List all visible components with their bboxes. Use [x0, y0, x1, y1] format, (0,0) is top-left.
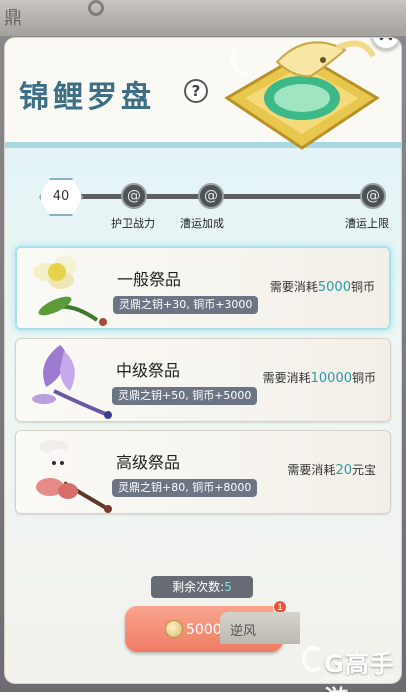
- offering-rewards: 灵鼎之钥+50, 铜币+5000: [112, 387, 258, 405]
- offering-name: 高级祭品: [116, 453, 181, 472]
- offering-name: 中级祭品: [116, 361, 181, 380]
- cost-unit: 元宝: [351, 463, 376, 477]
- cost-prefix: 需要消耗: [262, 371, 311, 385]
- watermark-logo-icon: [302, 646, 324, 672]
- offering-card-basic[interactable]: 一般祭品 灵鼎之钥+30, 铜币+3000 需要消耗5000铜币: [15, 246, 391, 330]
- remaining-count: 剩余次数:5: [151, 576, 253, 598]
- offering-card-advanced[interactable]: 高级祭品 灵鼎之钥+80, 铜币+8000 需要消耗20元宝: [15, 430, 391, 514]
- level-badge: 40: [39, 178, 83, 216]
- offering-card-medium[interactable]: 中级祭品 灵鼎之钥+50, 铜币+5000 需要消耗10000铜币: [15, 338, 391, 422]
- swirl-icon[interactable]: @: [198, 183, 224, 209]
- hud-ring-icon: [88, 0, 104, 16]
- cost-amount: 10000: [310, 371, 352, 386]
- node-label-transport-bonus: 漕运加成: [180, 217, 224, 230]
- watermark-title: G高手游: [324, 650, 395, 692]
- offering-cost: 需要消耗10000铜币: [263, 369, 376, 386]
- background-hud: 鼎: [0, 0, 406, 36]
- site-watermark: G高手游 GAOSHOUYOU.COM: [302, 640, 406, 692]
- purple-flower-icon: [32, 345, 112, 419]
- yellow-flower-icon: [33, 256, 107, 326]
- help-icon[interactable]: ?: [184, 79, 208, 103]
- offering-rewards: 灵鼎之钥+80, 铜币+8000: [112, 479, 258, 497]
- cost-amount: 20: [335, 463, 352, 478]
- remaining-label: 剩余次数:: [172, 580, 225, 594]
- cost-unit: 铜币: [351, 371, 376, 385]
- remaining-value: 5: [224, 580, 232, 594]
- panel-content: 40 @ 护卫战力 @ 漕运加成 @ 漕运上限 一般祭品 灵鼎之钥+30, 铜币…: [5, 142, 401, 683]
- node-label-transport-cap: 漕运上限: [345, 217, 389, 230]
- footer-tab-label: 逆风: [230, 624, 257, 639]
- node-label-guard-power: 护卫战力: [111, 217, 155, 230]
- cost-prefix: 需要消耗: [269, 280, 318, 294]
- page-title: 锦鲤罗盘: [19, 80, 155, 115]
- cost-amount: 5000: [317, 280, 351, 295]
- offering-name: 一般祭品: [117, 270, 182, 289]
- watermark-url: GAOSHOUYOU.COM: [324, 674, 394, 682]
- offering-cost: 需要消耗20元宝: [287, 461, 376, 478]
- footer-tab[interactable]: 逆风: [220, 612, 300, 644]
- level-number: 40: [52, 189, 70, 204]
- cost-unit: 铜币: [350, 280, 375, 294]
- koi-compass-emblem-icon: [224, 40, 380, 150]
- coin-icon: [165, 620, 183, 638]
- offering-cost: 需要消耗5000铜币: [270, 278, 375, 295]
- white-doll-flower-icon: [36, 440, 112, 513]
- koi-compass-panel: 锦鲤罗盘 ? 40 @ 护卫战力 @ 漕运加成 @ 漕运上限 一般祭品 灵鼎之钥…: [5, 38, 401, 683]
- hud-glyph: 鼎: [4, 8, 22, 29]
- offering-rewards: 灵鼎之钥+30, 铜币+3000: [113, 296, 259, 314]
- swirl-icon[interactable]: @: [121, 183, 147, 209]
- cost-prefix: 需要消耗: [287, 463, 336, 477]
- swirl-icon[interactable]: @: [360, 183, 386, 209]
